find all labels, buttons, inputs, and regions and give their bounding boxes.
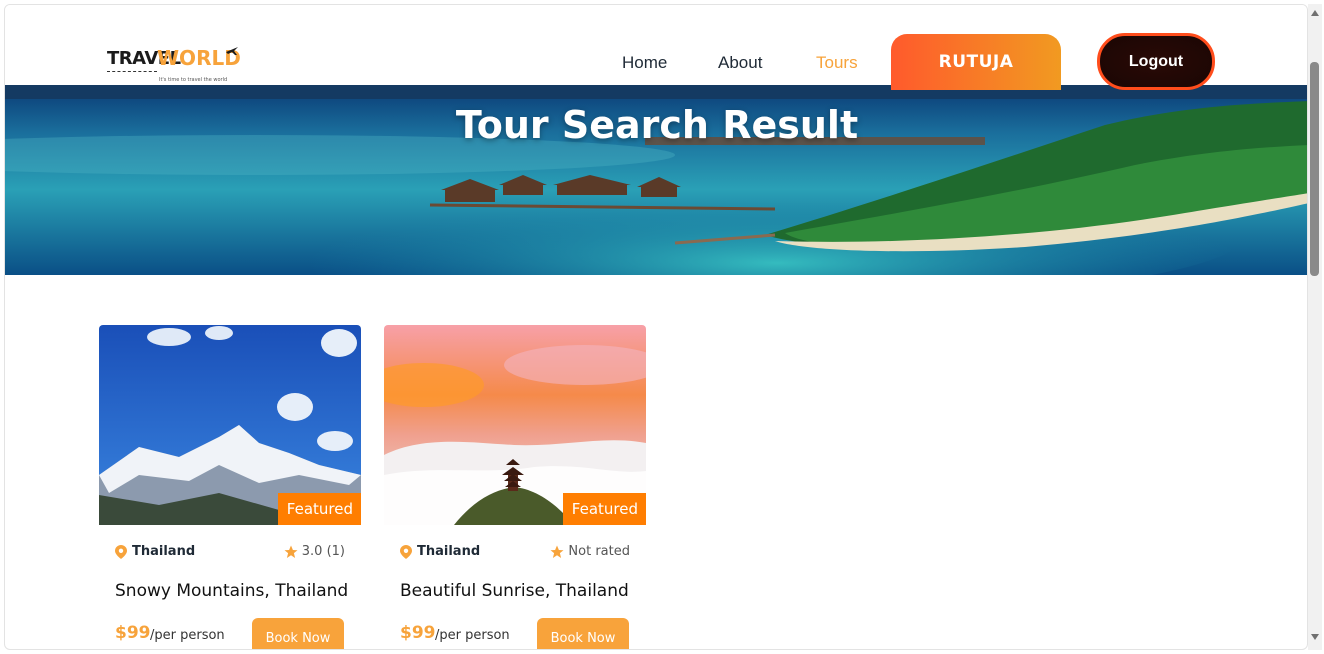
book-now-button[interactable]: Book Now bbox=[252, 618, 344, 649]
tour-rating-label: 3.0 (1) bbox=[301, 544, 345, 559]
logo-tagline: It's time to travel the world bbox=[159, 77, 228, 83]
tour-card[interactable]: Featured Thailand Not rated Beautiful Su… bbox=[384, 325, 646, 649]
browser-viewport: TRAVEL WORLD It's time to travel the wor… bbox=[4, 4, 1308, 650]
tour-price-unit: /per person bbox=[435, 628, 510, 643]
featured-badge: Featured bbox=[562, 493, 646, 525]
map-pin-icon bbox=[115, 544, 127, 559]
tour-price: $99 bbox=[115, 623, 151, 643]
tour-rating: 3.0 (1) bbox=[284, 544, 345, 559]
scroll-up-arrow-icon[interactable] bbox=[1311, 10, 1319, 16]
nav-link-about[interactable]: About bbox=[718, 53, 762, 73]
scroll-thumb[interactable] bbox=[1310, 62, 1319, 276]
airplane-icon bbox=[226, 47, 238, 55]
tour-location: Thailand bbox=[115, 544, 195, 559]
logo[interactable]: TRAVEL WORLD It's time to travel the wor… bbox=[105, 43, 245, 87]
logo-dashed-line bbox=[107, 71, 157, 72]
nav-link-home[interactable]: Home bbox=[622, 53, 667, 73]
tour-rating: Not rated bbox=[550, 544, 630, 559]
tour-title[interactable]: Beautiful Sunrise, Thailand bbox=[400, 581, 629, 601]
user-profile-button[interactable]: RUTUJA bbox=[891, 34, 1061, 90]
map-pin-icon bbox=[400, 544, 412, 559]
tour-card[interactable]: Featured Thailand 3.0 (1) Snowy Mountain… bbox=[99, 325, 361, 649]
tour-title[interactable]: Snowy Mountains, Thailand bbox=[115, 581, 348, 601]
star-icon bbox=[284, 545, 298, 558]
logout-button[interactable]: Logout bbox=[1097, 33, 1215, 90]
page-scrollbar[interactable] bbox=[1308, 4, 1322, 650]
scroll-down-arrow-icon[interactable] bbox=[1311, 634, 1319, 640]
featured-badge: Featured bbox=[277, 493, 361, 525]
page-title: Tour Search Result bbox=[455, 103, 859, 147]
tour-location: Thailand bbox=[400, 544, 480, 559]
tour-image[interactable]: Featured bbox=[384, 325, 646, 525]
tour-location-label: Thailand bbox=[417, 544, 481, 559]
tour-price: $99 bbox=[400, 623, 436, 643]
tour-location-label: Thailand bbox=[132, 544, 196, 559]
hero-banner: Tour Search Result bbox=[5, 85, 1307, 275]
tour-image[interactable]: Featured bbox=[99, 325, 361, 525]
tour-price-unit: /per person bbox=[150, 628, 225, 643]
star-icon bbox=[550, 545, 564, 558]
nav-link-tours[interactable]: Tours bbox=[816, 53, 858, 73]
tour-rating-label: Not rated bbox=[568, 544, 630, 559]
site-header: TRAVEL WORLD It's time to travel the wor… bbox=[5, 5, 1307, 90]
book-now-button[interactable]: Book Now bbox=[537, 618, 629, 649]
